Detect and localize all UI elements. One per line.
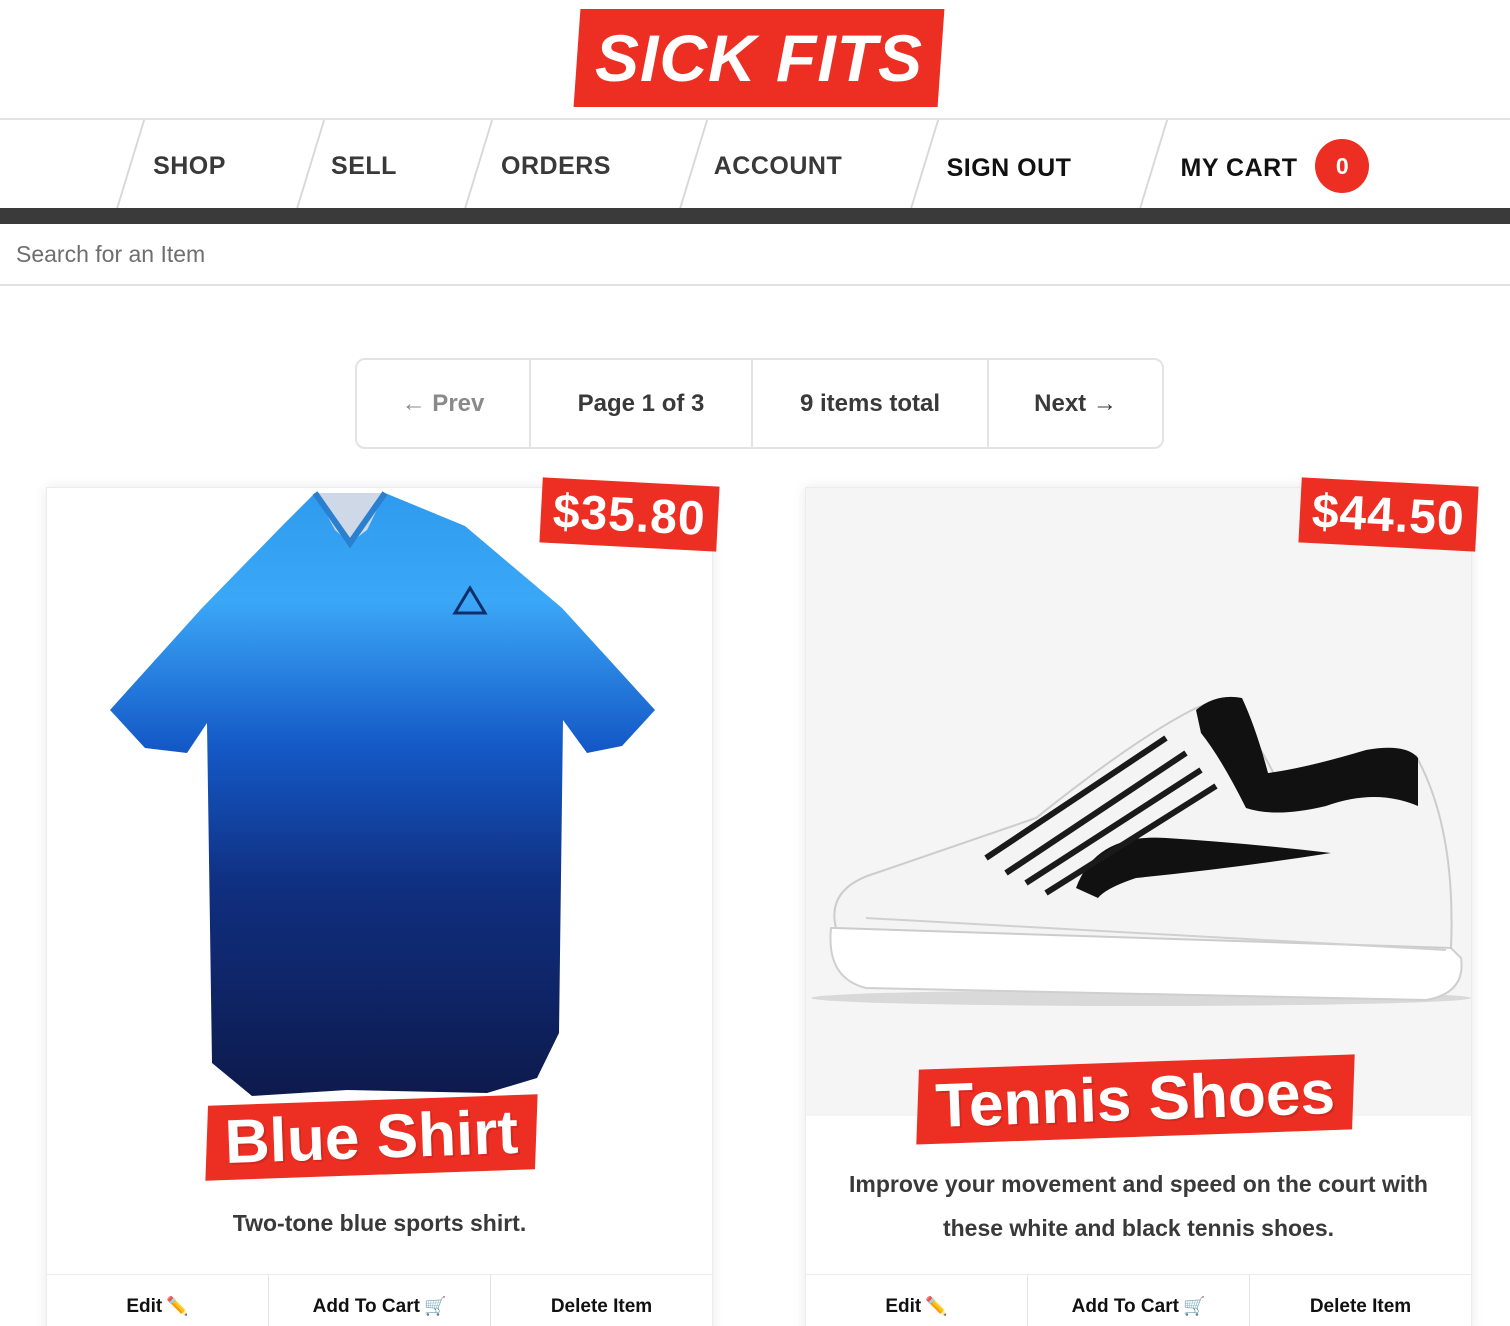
item-title: Tennis Shoes [934,1058,1337,1141]
add-to-cart-label: Add To Cart [1071,1295,1179,1317]
page-indicator: Page 1 of 3 [531,360,753,447]
nav-my-cart[interactable]: MY CART 0 [1160,120,1390,212]
nav-sell[interactable]: SELL [290,120,438,212]
nav-shop[interactable]: SHOP [108,120,271,212]
item-card: $44.50 Tennis Shoes Improve your movemen… [805,477,1479,1326]
item-description: Two-tone blue sports shirt. [232,1210,527,1236]
price-tag: $44.50 [1298,477,1479,552]
add-to-cart-button[interactable]: Add To Cart 🛒 [269,1275,491,1326]
blue-shirt-image [110,491,655,1096]
nav-account[interactable]: ACCOUNT [672,120,884,212]
search-input[interactable] [0,224,1510,284]
edit-label: Edit [885,1295,922,1317]
item-buttons: Edit ✏️ Add To Cart 🛒 Delete Item [47,1274,712,1326]
delete-item-button[interactable]: Delete Item [1250,1275,1471,1326]
cart-label: MY CART [1180,153,1298,182]
nav-underline-bar [0,208,1510,224]
site-header: SICK FITS [0,0,1510,118]
nav-sign-out[interactable]: SIGN OUT [903,120,1115,212]
item-card: $35.80 Blue Shirt Two-tone blue sports s… [46,477,720,1326]
pencil-icon: ✏️ [925,1296,948,1316]
item-image[interactable] [806,488,1471,1116]
pencil-icon: ✏️ [166,1296,189,1316]
logo-text: SICK FITS [594,21,923,95]
edit-button[interactable]: Edit ✏️ [806,1275,1028,1326]
cart-icon: 🛒 [1182,1296,1206,1316]
add-to-cart-label: Add To Cart [312,1295,420,1317]
nav-orders[interactable]: ORDERS [458,120,654,212]
edit-label: Edit [126,1295,163,1317]
delete-item-button[interactable]: Delete Item [491,1275,712,1326]
edit-button[interactable]: Edit ✏️ [47,1275,269,1326]
price-tag: $35.80 [539,477,720,552]
prev-page-link[interactable]: ← Prev [357,360,531,447]
next-page-link[interactable]: Next → [989,360,1162,447]
item-title-tag[interactable]: Tennis Shoes [916,1054,1355,1145]
main-nav: SHOP SELL ORDERS ACCOUNT SIGN OUT MY CAR… [0,118,1510,212]
item-description: Improve your movement and speed on the c… [849,1171,1428,1241]
items-total: 9 items total [753,360,989,447]
item-title-tag[interactable]: Blue Shirt [205,1094,538,1181]
pagination: ← Prev Page 1 of 3 9 items total Next → [355,358,1164,449]
cart-icon: 🛒 [423,1296,447,1316]
item-buttons: Edit ✏️ Add To Cart 🛒 Delete Item [806,1274,1471,1326]
tennis-shoes-image [811,696,1471,1006]
cart-count-badge: 0 [1315,139,1370,193]
logo[interactable]: SICK FITS [573,9,945,107]
add-to-cart-button[interactable]: Add To Cart 🛒 [1028,1275,1250,1326]
item-image[interactable] [47,488,712,1116]
item-title: Blue Shirt [223,1097,520,1178]
search-bar [0,224,1510,286]
